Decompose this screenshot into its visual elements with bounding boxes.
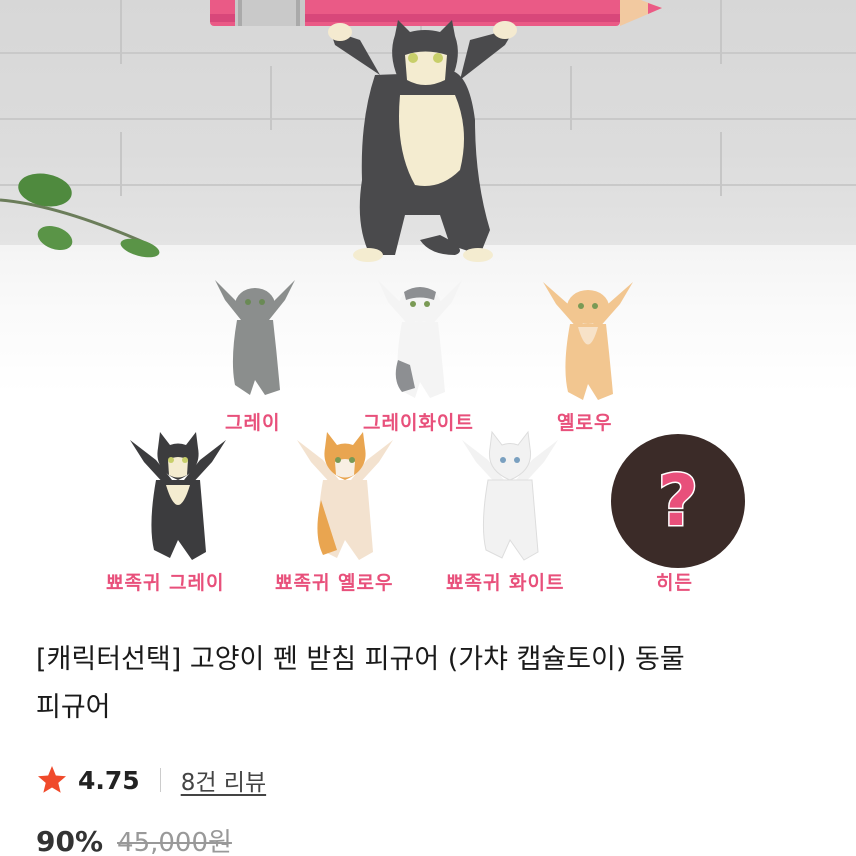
- variant-label-pointy-yellow: 뾰족귀 옐로우: [275, 572, 394, 594]
- pencil-icon: [210, 0, 662, 26]
- rating-row: 4.75 8건 리뷰: [36, 760, 266, 800]
- review-count-link[interactable]: 8건 리뷰: [181, 763, 266, 797]
- plant-icon: [0, 173, 160, 258]
- variant-label-gray: 그레이: [225, 412, 281, 434]
- rating-score: 4.75: [78, 765, 140, 795]
- variant-label-yellow: 옐로우: [557, 412, 613, 434]
- price-row: 90% 45,000원: [36, 822, 232, 856]
- product-title-line1: [캐릭터선택] 고양이 펜 받침 피규어 (가챠 캡슐토이) 동물: [36, 644, 685, 675]
- product-title: [캐릭터선택] 고양이 펜 받침 피규어 (가챠 캡슐토이) 동물 피규어: [36, 636, 826, 732]
- original-price: 45,000원: [117, 828, 232, 856]
- divider: [159, 768, 161, 792]
- variant-label-gray-white: 그레이화이트: [363, 412, 474, 434]
- product-image: 그레이 그레이화이트 옐로우 뾰족귀 그레이 뾰족귀 옐로우 뾰족귀 화이트 ?…: [0, 0, 856, 615]
- star-icon: [38, 766, 66, 793]
- hidden-variant-badge: ?: [611, 434, 745, 568]
- question-mark-icon: ?: [656, 459, 700, 544]
- product-title-line2: 피규어: [36, 692, 111, 723]
- main-cat-figure: [328, 20, 517, 262]
- variant-label-hidden: 히든: [656, 572, 693, 594]
- variant-yellow-figure: [543, 282, 633, 400]
- discount-rate: 90%: [36, 825, 104, 856]
- variant-gray-white-figure: [378, 280, 462, 398]
- variant-label-pointy-white: 뾰족귀 화이트: [446, 572, 565, 594]
- variant-pointy-white-figure: [462, 430, 558, 561]
- variant-pointy-yellow-figure: [297, 432, 393, 560]
- variant-pointy-gray-figure: [130, 432, 226, 560]
- variant-label-pointy-gray: 뾰족귀 그레이: [106, 572, 225, 594]
- variant-gray-figure: [215, 280, 295, 395]
